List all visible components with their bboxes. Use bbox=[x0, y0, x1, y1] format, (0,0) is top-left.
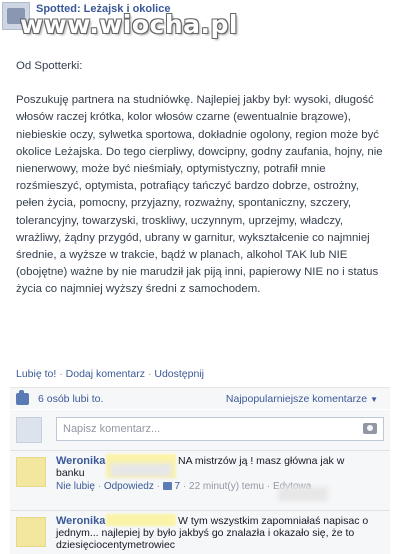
likes-count-link[interactable]: 6 osób lubi to. bbox=[38, 393, 103, 405]
unlike-link[interactable]: Nie lubię bbox=[56, 481, 95, 492]
comment-input-placeholder: Napisz komentarz... bbox=[63, 423, 161, 435]
like-count-icon bbox=[162, 482, 172, 490]
comment-meta: Nie lubię · Odpowiedz · 7 · 22 minut(y) … bbox=[56, 481, 311, 492]
comment-item: Weronika NA mistrzów ją ! masz główna ja… bbox=[10, 450, 390, 510]
comment-item: Weronika W tym wszystkim zapomniałaś nap… bbox=[10, 510, 390, 554]
commenter-avatar[interactable] bbox=[16, 457, 46, 487]
chevron-down-icon: ▼ bbox=[370, 395, 378, 404]
comment-sort-dropdown[interactable]: Najpopularniejsze komentarze ▼ bbox=[226, 393, 378, 405]
post-actions: Lubię to! · Dodaj komentarz · Udostępnij bbox=[16, 368, 204, 380]
reply-link[interactable]: Odpowiedz bbox=[104, 481, 154, 492]
user-avatar bbox=[16, 417, 42, 443]
censor-mask bbox=[106, 514, 176, 526]
share-link[interactable]: Udostępnij bbox=[154, 368, 204, 380]
comment-text-line: dziesięciocentymetrowiec bbox=[56, 539, 176, 551]
comment-time[interactable]: 22 minut(y) temu bbox=[189, 481, 264, 492]
comment-author[interactable]: Weronika bbox=[56, 515, 105, 527]
likes-summary: 6 osób lubi to. Najpopularniejsze koment… bbox=[10, 387, 390, 409]
meta-separator: · bbox=[156, 481, 160, 492]
post-message: Od Spotterki: Poszukuję partnera na stud… bbox=[16, 58, 388, 299]
comments-section: Napisz komentarz... Weronika NA mistrzów… bbox=[10, 410, 390, 554]
like-link[interactable]: Lubię to! bbox=[16, 368, 56, 380]
post-greeting: Od Spotterki: bbox=[16, 60, 83, 72]
action-separator: · bbox=[147, 368, 152, 380]
add-comment-link[interactable]: Dodaj komentarz bbox=[66, 368, 145, 380]
comment-text-line: NA mistrzów ją ! masz główna jak w bbox=[178, 455, 345, 467]
comment-like-count[interactable]: 7 bbox=[175, 481, 181, 492]
comment-text: NA mistrzów ją ! masz główna jak w bbox=[178, 455, 383, 468]
comment-text: W tym wszystkim zapomniałaś napisac o bbox=[178, 515, 369, 527]
comment-author[interactable]: Weronika bbox=[56, 455, 105, 467]
censor-blur bbox=[278, 487, 328, 501]
thumbs-up-icon bbox=[16, 390, 29, 405]
post-text: Poszukuję partnera na studniówkę. Najlep… bbox=[16, 94, 383, 296]
watermark-logo: www.wiocha.pl bbox=[20, 10, 238, 39]
meta-separator: · bbox=[97, 481, 102, 492]
comment-text-continued: banku bbox=[56, 467, 85, 479]
meta-separator: · bbox=[182, 481, 187, 492]
comment-input[interactable]: Napisz komentarz... bbox=[56, 417, 384, 441]
action-separator: · bbox=[59, 368, 63, 380]
meta-separator: · bbox=[266, 481, 271, 492]
comment-sort-label: Najpopularniejsze komentarze bbox=[225, 393, 368, 405]
post-header: Spotted: Leżajsk i okolice www.wiocha.pl bbox=[0, 0, 403, 39]
comment-text-line: jednym... najlepiej by było jakbyś go zn… bbox=[56, 527, 355, 539]
camera-icon[interactable] bbox=[363, 423, 377, 434]
commenter-avatar[interactable] bbox=[16, 517, 46, 547]
